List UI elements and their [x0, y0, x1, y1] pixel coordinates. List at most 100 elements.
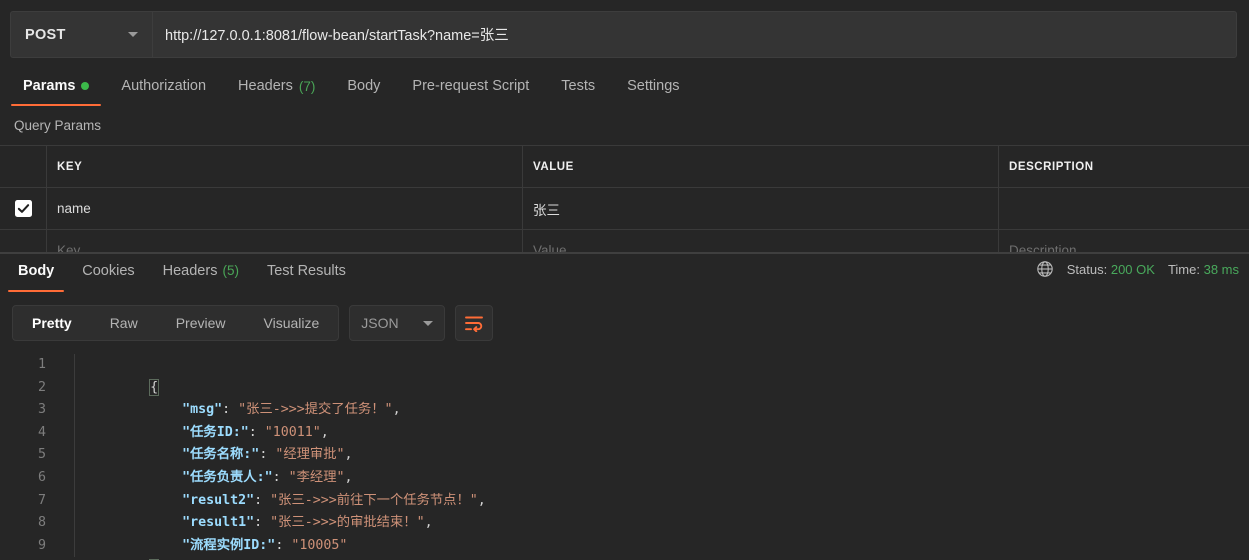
- param-value-input[interactable]: 张三: [523, 188, 999, 229]
- json-colon: :: [254, 492, 271, 508]
- json-key: "任务ID:": [182, 424, 249, 440]
- json-comma: ,: [320, 424, 329, 440]
- table-row[interactable]: name 张三: [0, 188, 1249, 230]
- url-input[interactable]: http://127.0.0.1:8081/flow-bean/startTas…: [153, 12, 1236, 57]
- tab-headers-label: Headers: [238, 78, 293, 94]
- row-checkbox-cell[interactable]: [0, 188, 47, 229]
- json-value: "张三->>>的审批结束！": [270, 515, 425, 531]
- chevron-down-icon: [423, 320, 434, 326]
- response-format-toolbar: Pretty Raw Preview Visualize JSON: [12, 305, 494, 341]
- line-number: 7: [37, 492, 46, 508]
- tab-headers-count: (7): [298, 78, 316, 94]
- format-tab-raw[interactable]: Raw: [91, 306, 157, 340]
- json-colon: :: [248, 424, 265, 440]
- json-open-brace: {: [149, 378, 160, 396]
- globe-icon[interactable]: [1036, 260, 1054, 278]
- json-value: "10011": [264, 424, 321, 440]
- json-value: "10005": [291, 537, 348, 553]
- tab-tests[interactable]: Tests: [545, 76, 611, 106]
- line-number: 8: [37, 515, 46, 531]
- header-cell-description: DESCRIPTION: [1009, 160, 1094, 173]
- response-tab-test-results-label: Test Results: [266, 262, 346, 279]
- tab-tests-label: Tests: [561, 78, 596, 94]
- line-number: 3: [37, 402, 46, 418]
- tab-body[interactable]: Body: [331, 76, 396, 106]
- json-value: "经理审批": [275, 447, 345, 463]
- code-line: "msg": "张三->>>提交了任务！",: [70, 377, 1249, 417]
- response-language-select[interactable]: JSON: [349, 305, 446, 341]
- response-tabs: Body Cookies Headers (5) Test Results: [0, 258, 360, 292]
- tab-params[interactable]: Params: [7, 76, 105, 106]
- response-tab-test-results[interactable]: Test Results: [253, 258, 360, 292]
- response-pane: Body Cookies Headers (5) Test Results St…: [0, 254, 1249, 560]
- tab-params-label: Params: [23, 78, 76, 94]
- response-body-viewer[interactable]: 1 2 3 4 5 6 7 8 9 { "msg": "张三->>>提交了任务！…: [0, 354, 1249, 560]
- tab-authorization-label: Authorization: [121, 78, 207, 94]
- response-tab-body-label: Body: [18, 262, 55, 279]
- time-value: 38 ms: [1203, 261, 1239, 277]
- format-tab-preview[interactable]: Preview: [157, 306, 245, 340]
- query-params-label: Query Params: [14, 118, 102, 133]
- time-badge[interactable]: Time: 38 ms: [1168, 262, 1239, 277]
- url-bar: POST http://127.0.0.1:8081/flow-bean/sta…: [10, 11, 1237, 58]
- json-colon: :: [222, 402, 239, 418]
- response-tab-headers[interactable]: Headers (5): [149, 258, 253, 292]
- status-value: 200 OK: [1110, 261, 1155, 277]
- tab-authorization[interactable]: Authorization: [105, 76, 222, 106]
- status-label: Status:: [1066, 261, 1108, 277]
- json-colon: :: [254, 515, 271, 531]
- line-number: 5: [37, 447, 46, 463]
- response-meta: Status: 200 OK Time: 38 ms: [1036, 260, 1239, 278]
- response-tab-cookies[interactable]: Cookies: [68, 258, 148, 292]
- line-number: 4: [37, 424, 46, 440]
- json-comma: ,: [392, 402, 401, 418]
- format-tab-pretty[interactable]: Pretty: [13, 306, 91, 340]
- json-key: "流程实例ID:": [182, 537, 276, 553]
- line-number: 6: [37, 469, 46, 485]
- format-tab-raw-label: Raw: [109, 315, 138, 331]
- header-cell-key: KEY: [47, 146, 523, 187]
- tab-headers[interactable]: Headers (7): [222, 76, 331, 106]
- json-comma: ,: [344, 469, 353, 485]
- response-tab-headers-label: Headers: [162, 262, 218, 279]
- response-tab-cookies-label: Cookies: [82, 262, 135, 279]
- param-enabled-checkbox[interactable]: [14, 200, 32, 217]
- json-key: "任务负责人:": [182, 469, 273, 485]
- line-number-gutter: 1 2 3 4 5 6 7 8 9: [0, 354, 56, 560]
- indent-guide: [74, 354, 75, 557]
- format-tab-group: Pretty Raw Preview Visualize: [12, 305, 340, 341]
- json-comma: ,: [477, 492, 486, 508]
- chevron-down-icon: [128, 32, 138, 37]
- json-colon: :: [259, 447, 276, 463]
- json-value: "张三->>>前往下一个任务节点！": [270, 492, 478, 508]
- tab-settings-label: Settings: [627, 78, 680, 94]
- tab-body-label: Body: [347, 78, 381, 94]
- wrap-text-icon: [465, 316, 484, 332]
- check-icon: [17, 204, 29, 213]
- tab-pre-request-script[interactable]: Pre-request Script: [396, 76, 545, 106]
- code-lines: { "msg": "张三->>>提交了任务！", "任务ID:": "10011…: [56, 354, 1249, 560]
- params-modified-dot-icon: [81, 82, 90, 90]
- param-description-input[interactable]: [999, 188, 1249, 229]
- time-label: Time:: [1167, 261, 1200, 277]
- wrap-text-button[interactable]: [455, 305, 494, 341]
- json-colon: :: [272, 469, 289, 485]
- header-cell-checkbox: [0, 146, 47, 187]
- format-tab-pretty-label: Pretty: [32, 315, 72, 331]
- json-value: "张三->>>提交了任务！": [238, 402, 393, 418]
- line-number: 1: [37, 357, 46, 372]
- json-comma: ,: [424, 515, 433, 531]
- param-key-input[interactable]: name: [47, 188, 523, 229]
- status-badge[interactable]: Status: 200 OK: [1067, 262, 1155, 277]
- response-tab-body[interactable]: Body: [4, 258, 68, 292]
- postman-request-response-view: POST http://127.0.0.1:8081/flow-bean/sta…: [0, 0, 1249, 560]
- tab-settings[interactable]: Settings: [611, 76, 695, 106]
- format-tab-visualize[interactable]: Visualize: [245, 306, 339, 340]
- http-method-select[interactable]: POST: [11, 12, 153, 57]
- json-key: "result2": [182, 492, 255, 508]
